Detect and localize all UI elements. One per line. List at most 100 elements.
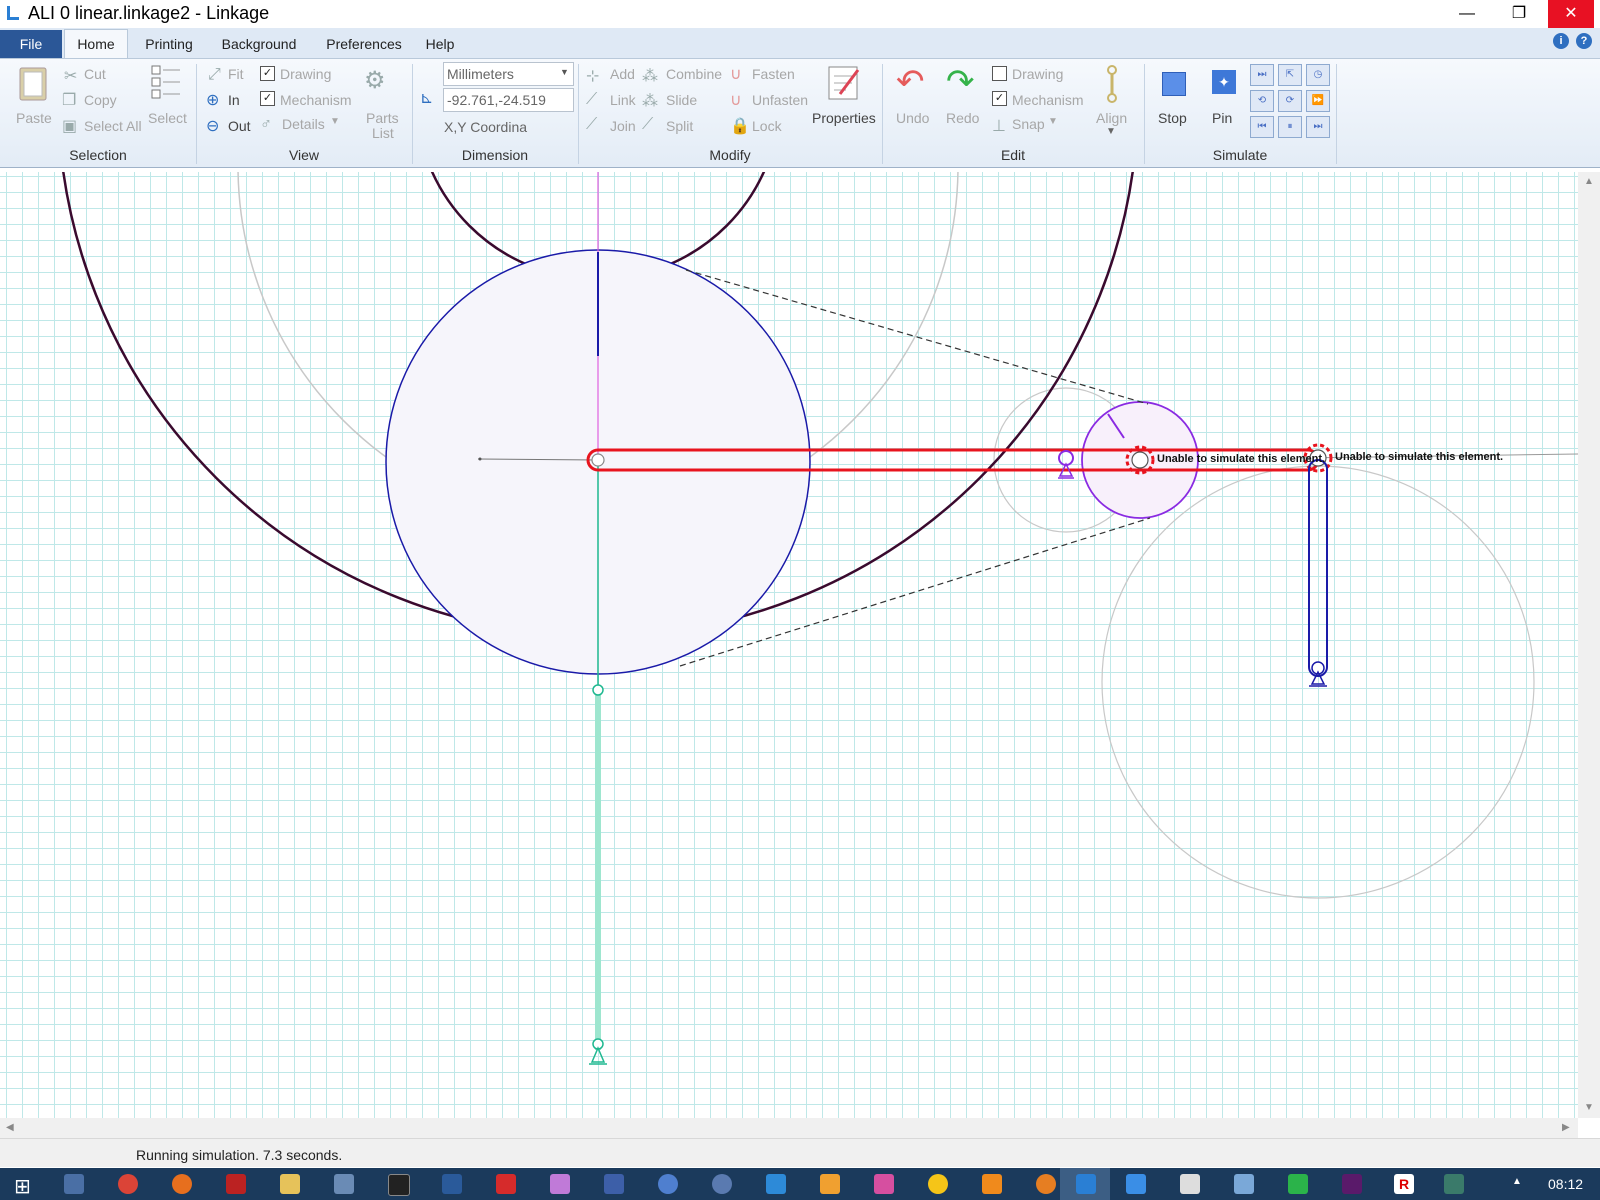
blue-vertical-link[interactable] [1308, 459, 1328, 677]
view-mechanism-checkbox[interactable]: ✓ [260, 91, 275, 106]
taskbar-app-icon[interactable] [388, 1174, 410, 1196]
view-drawing-label: Drawing [280, 66, 332, 82]
stop-label: Stop [1158, 110, 1187, 126]
linkage-app-icon[interactable] [1076, 1174, 1096, 1194]
taskbar-app-icon[interactable] [1180, 1174, 1200, 1194]
teal-joint[interactable] [592, 684, 604, 696]
view-drawing-checkbox[interactable]: ✓ [260, 66, 275, 81]
combine-button[interactable]: Combine [666, 66, 722, 82]
taskbar-app-icon[interactable] [928, 1174, 948, 1194]
units-select[interactable]: Millimeters [443, 62, 574, 86]
sim-pause-icon[interactable]: ⏸ [1278, 116, 1302, 138]
sim-rotate-right-icon[interactable]: ⟳ [1278, 90, 1302, 112]
stop-icon[interactable] [1162, 72, 1186, 96]
lock-button[interactable]: Lock [752, 118, 782, 134]
details-dropdown[interactable]: Details [282, 116, 325, 132]
join-button[interactable]: Join [610, 118, 636, 134]
properties-icon[interactable] [826, 64, 862, 102]
sim-skip-forward-icon[interactable]: ⏭ [1306, 116, 1330, 138]
taskbar-app-icon[interactable] [604, 1174, 624, 1194]
undo-icon[interactable]: ↶ [896, 62, 925, 102]
tab-home[interactable]: Home [64, 29, 128, 60]
sim-cursor-icon[interactable]: ⇱ [1278, 64, 1302, 86]
taskbar-app-icon[interactable] [226, 1174, 246, 1194]
sim-skip-back-icon[interactable]: ⏮ [1250, 116, 1274, 138]
edit-mechanism-checkbox[interactable]: ✓ [992, 91, 1007, 106]
taskbar-app-icon[interactable] [64, 1174, 84, 1194]
info-icon[interactable]: i [1553, 33, 1569, 49]
tab-printing[interactable]: Printing [136, 30, 202, 58]
minimize-button[interactable]: — [1444, 0, 1490, 28]
scroll-down-icon[interactable]: ▼ [1584, 1102, 1594, 1113]
unfasten-button[interactable]: Unfasten [752, 92, 808, 108]
copy-icon: ❐ [62, 92, 77, 109]
sim-fast-forward-icon[interactable]: ⏭ [1250, 64, 1274, 86]
snap-chevron-down-icon: ▼ [1048, 116, 1058, 127]
center-joint[interactable] [591, 453, 605, 467]
taskbar-app-icon[interactable] [766, 1174, 786, 1194]
scroll-right-icon[interactable]: ▶ [1562, 1122, 1570, 1133]
pin-icon[interactable]: ✦ [1212, 70, 1236, 94]
cut-button[interactable]: Cut [84, 66, 106, 82]
slide-button[interactable]: Slide [666, 92, 697, 108]
taskbar-app-icon[interactable] [712, 1174, 732, 1194]
drawing-canvas[interactable]: Unable to simulate this element. Unable … [0, 172, 1578, 1118]
teal-slider-track[interactable] [595, 690, 601, 1050]
tab-preferences[interactable]: Preferences [314, 30, 414, 58]
zoom-in-button[interactable]: In [228, 92, 240, 108]
zoom-out-button[interactable]: Out [228, 118, 251, 134]
taskbar-clock[interactable]: 08:12 [1548, 1176, 1583, 1192]
sim-timer-icon[interactable]: ◷ [1306, 64, 1330, 86]
vertical-scrollbar[interactable]: ▲ ▼ [1578, 172, 1600, 1118]
vlc-icon[interactable] [982, 1174, 1002, 1194]
fit-button[interactable]: Fit [228, 66, 244, 82]
scroll-up-icon[interactable]: ▲ [1584, 176, 1594, 187]
taskbar-app-icon[interactable] [658, 1174, 678, 1194]
split-button[interactable]: Split [666, 118, 693, 134]
taskbar-app-icon[interactable] [874, 1174, 894, 1194]
coordinates-input[interactable]: -92.761,-24.519 [443, 88, 574, 112]
help-icon[interactable]: ? [1576, 33, 1592, 49]
tab-file[interactable]: File [0, 30, 62, 58]
mechanism-drawing[interactable] [0, 172, 1578, 1118]
firefox-icon[interactable] [172, 1174, 192, 1194]
snap-dropdown[interactable]: Snap [1012, 116, 1045, 132]
taskbar-app-icon[interactable] [1342, 1174, 1362, 1194]
taskbar-app-icon[interactable] [1234, 1174, 1254, 1194]
redo-icon[interactable]: ↷ [946, 62, 975, 102]
horizontal-scrollbar[interactable]: ◀ ▶ [0, 1118, 1578, 1138]
copy-button[interactable]: Copy [84, 92, 117, 108]
edit-drawing-checkbox[interactable] [992, 66, 1007, 81]
chrome-icon[interactable] [118, 1174, 138, 1194]
taskbar-app-icon[interactable] [1288, 1174, 1308, 1194]
taskbar-app-icon[interactable] [442, 1174, 462, 1194]
tab-background[interactable]: Background [212, 30, 306, 58]
taskbar-app-icon[interactable] [820, 1174, 840, 1194]
pdf-reader-icon[interactable] [496, 1174, 516, 1194]
maximize-button[interactable]: ❐ [1496, 0, 1542, 28]
search-icon[interactable] [334, 1174, 354, 1194]
align-icon[interactable] [1100, 64, 1124, 104]
select-icon[interactable] [150, 64, 184, 102]
group-label-selection: Selection [69, 147, 127, 163]
parts-list-icon[interactable]: ⚙ [364, 66, 386, 95]
sim-rotate-left-icon[interactable]: ⟲ [1250, 90, 1274, 112]
taskbar-app-icon[interactable] [550, 1174, 570, 1194]
fasten-icon: ∪ [730, 66, 742, 83]
scroll-left-icon[interactable]: ◀ [6, 1122, 14, 1133]
start-windows-icon[interactable]: ⊞ [14, 1174, 31, 1199]
add-button[interactable]: Add [610, 66, 635, 82]
file-explorer-icon[interactable] [280, 1174, 300, 1194]
paste-icon[interactable] [16, 64, 50, 104]
tab-help[interactable]: Help [420, 30, 460, 58]
fasten-button[interactable]: Fasten [752, 66, 795, 82]
link-button[interactable]: Link [610, 92, 636, 108]
tray-chevron-up-icon[interactable]: ▲ [1512, 1176, 1522, 1187]
taskbar-app-icon[interactable] [1036, 1174, 1056, 1194]
close-button[interactable]: ✕ [1548, 0, 1594, 28]
taskbar-app-icon[interactable]: R [1394, 1174, 1414, 1194]
taskbar-app-icon[interactable] [1444, 1174, 1464, 1194]
taskbar-app-icon[interactable] [1126, 1174, 1146, 1194]
select-all-button[interactable]: Select All [84, 118, 142, 134]
sim-forward-icon[interactable]: ⏩ [1306, 90, 1330, 112]
